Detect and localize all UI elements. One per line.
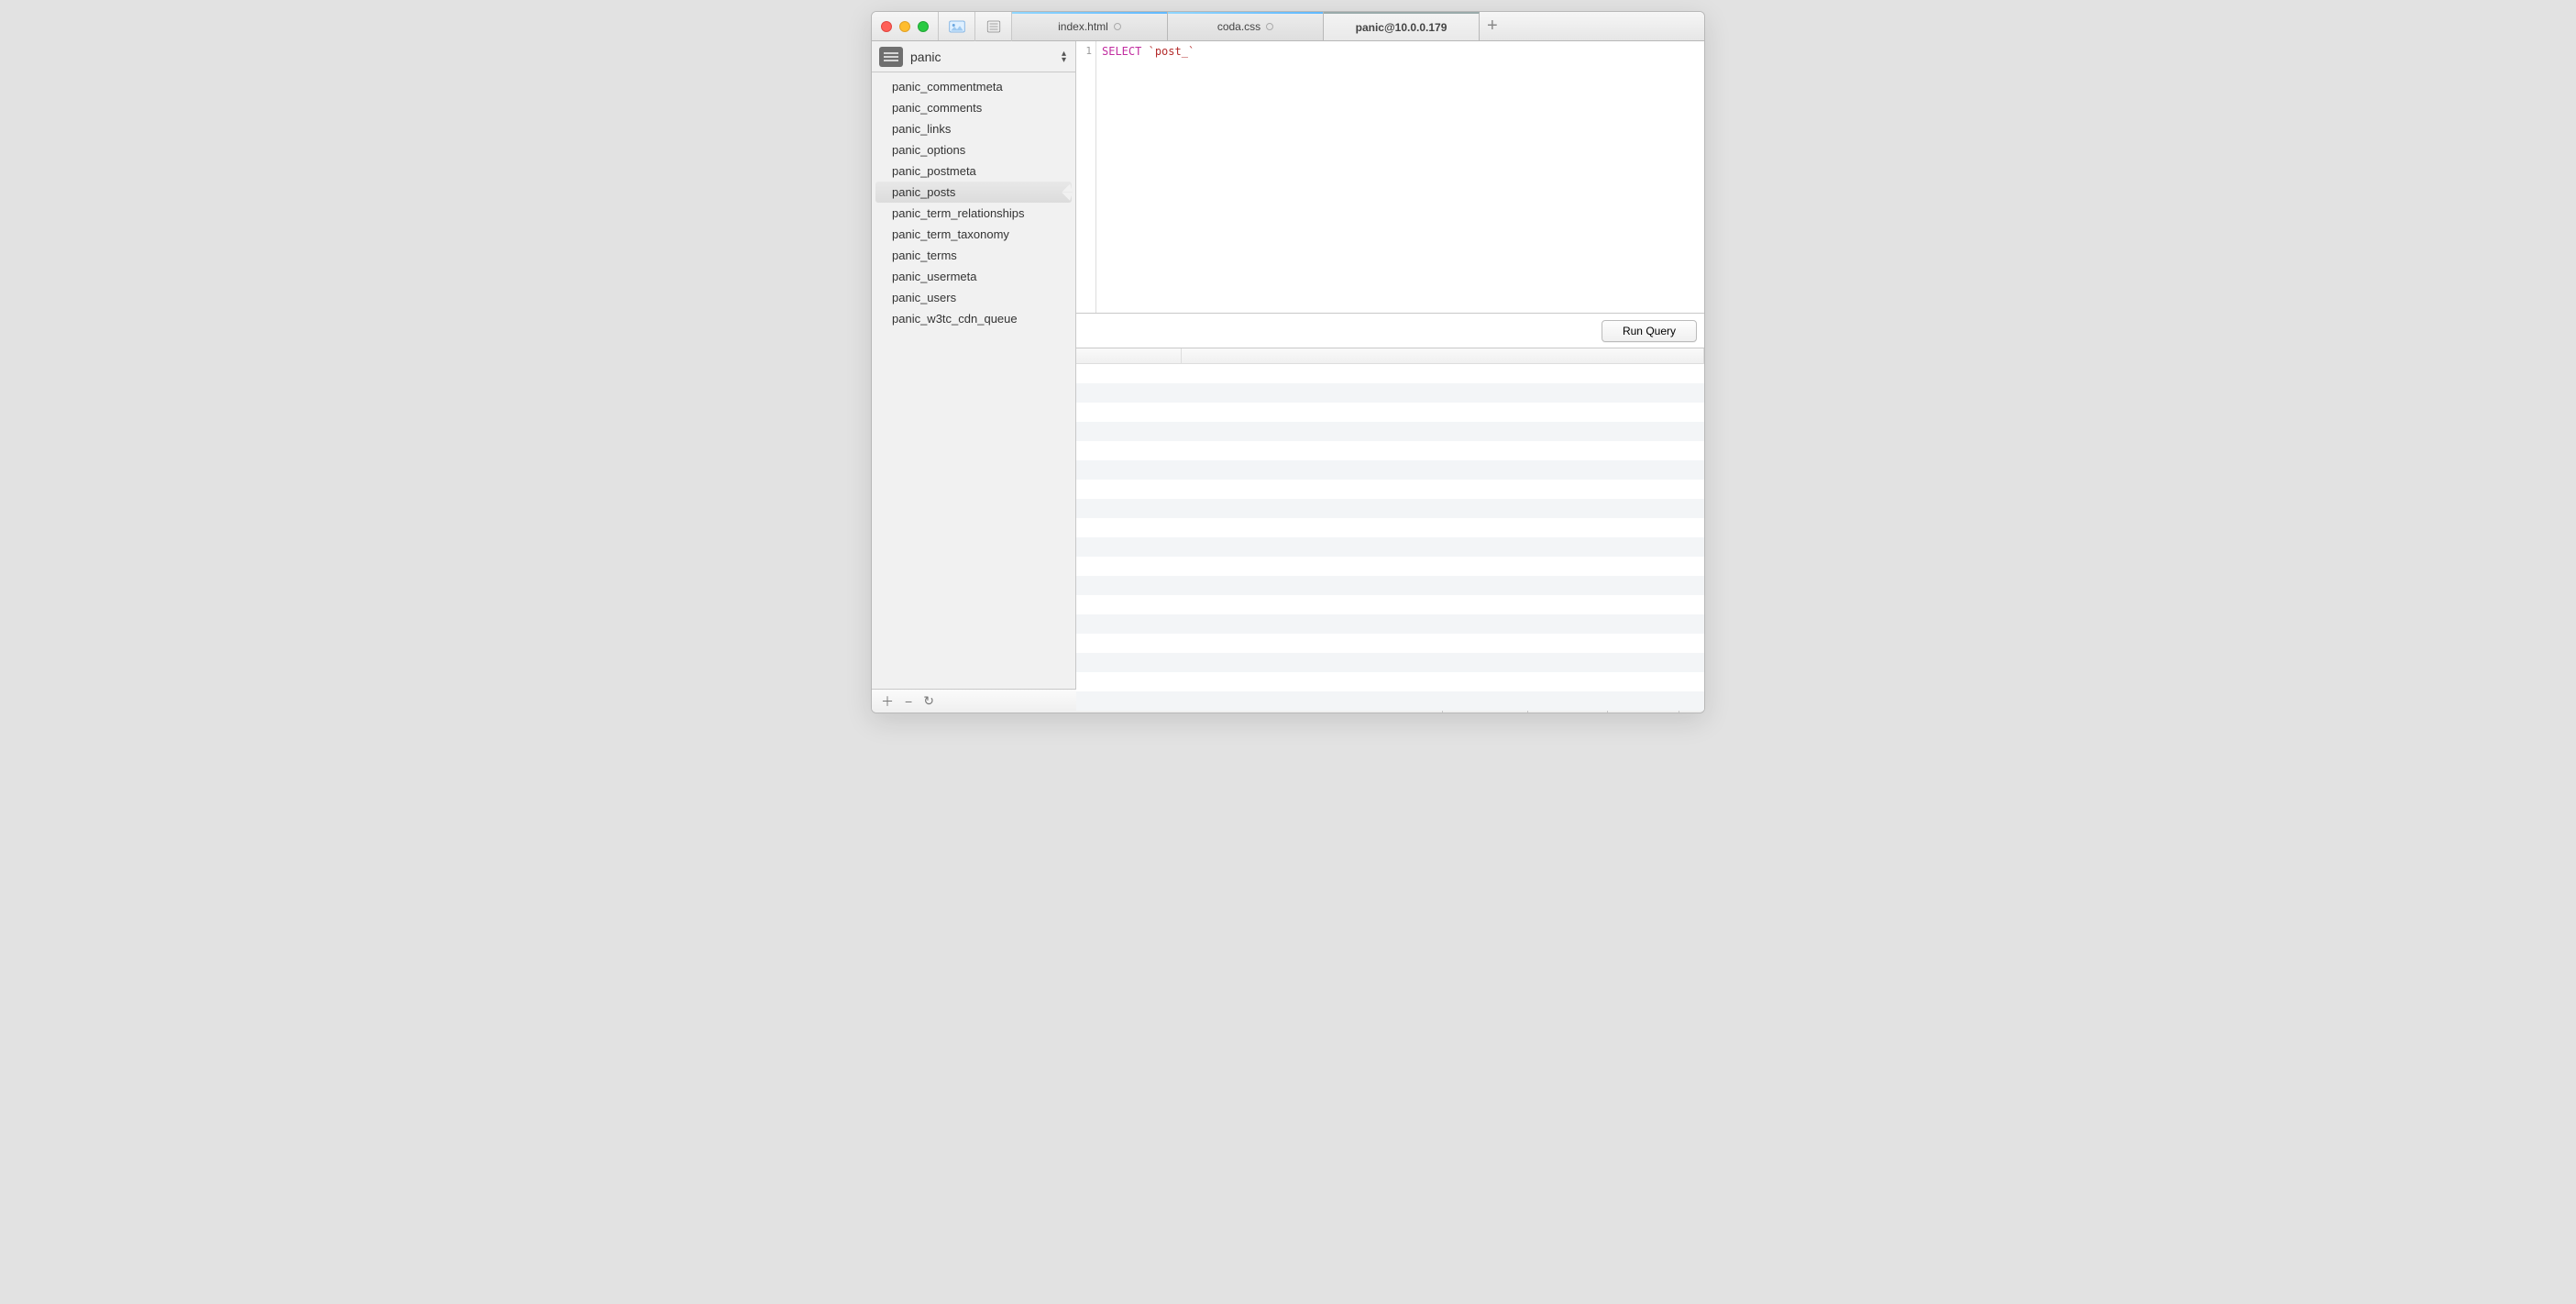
results-row <box>1076 480 1704 499</box>
minimize-icon[interactable] <box>899 21 910 32</box>
dirty-indicator-icon <box>1114 23 1121 30</box>
results-row <box>1076 576 1704 595</box>
table-item[interactable]: panic_term_taxonomy <box>875 224 1072 245</box>
table-item[interactable]: panic_term_relationships <box>875 203 1072 224</box>
tab-bar: index.html coda.css panic@10.0.0.179 + <box>1012 12 1704 40</box>
app-window: index.html coda.css panic@10.0.0.179 + p… <box>871 11 1705 713</box>
sql-identifier: post_ <box>1155 45 1188 58</box>
new-tab-button[interactable]: + <box>1487 16 1498 37</box>
results-row <box>1076 672 1704 691</box>
results-row <box>1076 441 1704 460</box>
results-body[interactable] <box>1076 364 1704 711</box>
zoom-icon[interactable] <box>918 21 929 32</box>
content-pane: 1 SELECT `post_` Run Query <box>1076 41 1704 689</box>
line-gutter: 1 <box>1076 41 1096 313</box>
sql-keyword: SELECT <box>1102 45 1141 58</box>
main-split: panic ▴▾ panic_commentmetapanic_comments… <box>872 41 1704 689</box>
table-item[interactable]: panic_links <box>875 118 1072 139</box>
results-row <box>1076 403 1704 422</box>
sql-backtick: ` <box>1149 45 1155 58</box>
database-selector[interactable]: panic ▴▾ <box>872 41 1075 72</box>
run-query-bar: Run Query <box>1076 314 1704 348</box>
results-row <box>1076 595 1704 614</box>
traffic-lights <box>872 12 938 40</box>
results-row <box>1076 537 1704 557</box>
tab-label: panic@10.0.0.179 <box>1356 21 1448 34</box>
database-icon <box>879 47 903 67</box>
sql-editor[interactable]: SELECT `post_` <box>1096 41 1704 313</box>
remove-row-button[interactable]: − <box>905 694 912 709</box>
sidebar: panic ▴▾ panic_commentmetapanic_comments… <box>872 41 1076 689</box>
database-name: panic <box>910 50 941 64</box>
tab-panic-db[interactable]: panic@10.0.0.179 <box>1324 12 1480 40</box>
results-header <box>1076 348 1704 364</box>
table-item[interactable]: panic_w3tc_cdn_queue <box>875 308 1072 329</box>
table-item[interactable]: panic_usermeta <box>875 266 1072 287</box>
tab-label: index.html <box>1058 20 1108 33</box>
preview-mode-button[interactable] <box>939 12 975 41</box>
table-item[interactable]: panic_posts <box>875 182 1072 203</box>
refresh-button[interactable]: ↻ <box>923 693 934 709</box>
new-tab-area: + <box>1480 12 1704 40</box>
sql-backtick: ` <box>1188 45 1194 58</box>
results-row <box>1076 653 1704 672</box>
table-item[interactable]: panic_comments <box>875 97 1072 118</box>
results-row <box>1076 518 1704 537</box>
view-mode-segment <box>938 12 1012 40</box>
table-item[interactable]: panic_terms <box>875 245 1072 266</box>
results-column[interactable] <box>1182 348 1704 363</box>
results-row <box>1076 614 1704 634</box>
titlebar: index.html coda.css panic@10.0.0.179 + <box>872 12 1704 41</box>
tab-coda-css[interactable]: coda.css <box>1168 12 1324 40</box>
table-item[interactable]: panic_postmeta <box>875 160 1072 182</box>
results-row <box>1076 499 1704 518</box>
close-icon[interactable] <box>881 21 892 32</box>
sql-editor-area: 1 SELECT `post_` <box>1076 41 1704 314</box>
chevron-updown-icon: ▴▾ <box>1062 50 1066 63</box>
results-row <box>1076 383 1704 403</box>
line-number: 1 <box>1076 45 1092 57</box>
results-row <box>1076 634 1704 653</box>
table-list: panic_commentmetapanic_commentspanic_lin… <box>872 72 1075 689</box>
results-row <box>1076 364 1704 383</box>
results-row <box>1076 422 1704 441</box>
files-mode-button[interactable] <box>975 12 1012 41</box>
dirty-indicator-icon <box>1266 23 1273 30</box>
table-item[interactable]: panic_commentmeta <box>875 76 1072 97</box>
results-column[interactable] <box>1076 348 1182 363</box>
table-item[interactable]: panic_users <box>875 287 1072 308</box>
add-row-button[interactable]: ＋ <box>881 692 894 711</box>
results-row <box>1076 460 1704 480</box>
sb-left-controls: ＋ − ↻ <box>872 692 943 711</box>
table-item[interactable]: panic_options <box>875 139 1072 160</box>
tab-label: coda.css <box>1217 20 1260 33</box>
run-query-button[interactable]: Run Query <box>1602 320 1697 342</box>
results-row <box>1076 691 1704 711</box>
tab-index-html[interactable]: index.html <box>1012 12 1168 40</box>
results-area <box>1076 348 1704 711</box>
results-row <box>1076 557 1704 576</box>
